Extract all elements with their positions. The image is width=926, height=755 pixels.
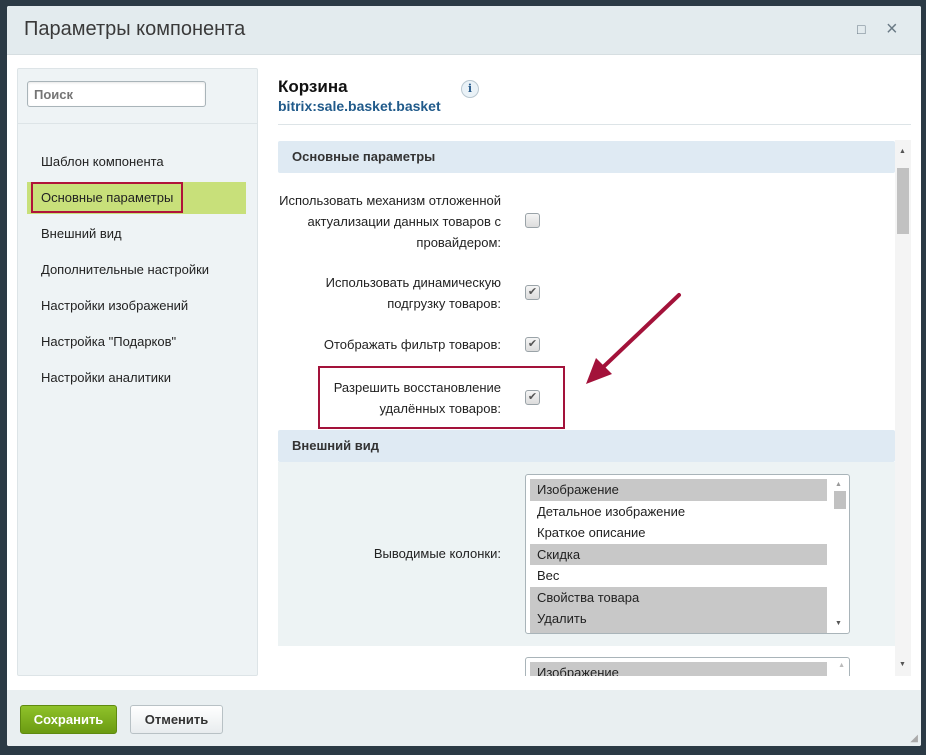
columns-listbox[interactable]: Изображение Детальное изображение Кратко… bbox=[525, 474, 850, 634]
scroll-thumb[interactable] bbox=[834, 491, 846, 509]
listbox-option[interactable]: Изображение bbox=[530, 479, 827, 501]
dialog-title: Параметры компонента bbox=[24, 18, 246, 40]
param-label: Использовать динамическую подгрузку това… bbox=[325, 275, 501, 311]
divider bbox=[18, 123, 257, 124]
sidebar-item-gifts[interactable]: Настройка "Подарков" bbox=[27, 326, 246, 358]
highlight-box bbox=[318, 366, 565, 429]
sidebar-item-images[interactable]: Настройки изображений bbox=[27, 290, 246, 322]
divider bbox=[278, 124, 911, 125]
param-checkbox-deferred-update[interactable] bbox=[525, 213, 540, 228]
param-label: Отображать фильтр товаров: bbox=[323, 337, 501, 352]
annotation-arrow-icon bbox=[586, 293, 681, 384]
sidebar-item-label: Шаблон компонента bbox=[41, 154, 164, 169]
param-checkbox-show-filter[interactable]: ✔ bbox=[525, 337, 540, 352]
listbox-option[interactable]: Вес bbox=[530, 565, 827, 587]
sidebar-item-label: Настройка "Подарков" bbox=[41, 334, 177, 349]
sidebar-item-additional[interactable]: Дополнительные настройки bbox=[27, 254, 246, 286]
info-icon[interactable]: i bbox=[461, 80, 479, 98]
sidebar-item-label: Настройки аналитики bbox=[41, 370, 172, 385]
scroll-down-icon[interactable]: ▼ bbox=[835, 620, 842, 627]
dialog-titlebar[interactable]: Параметры компонента □ × bbox=[7, 6, 921, 55]
sidebar-item-main-params[interactable]: Основные параметры bbox=[27, 182, 246, 214]
sidebar-item-label: Основные параметры bbox=[31, 182, 184, 213]
listbox-option[interactable]: Изображение bbox=[530, 662, 827, 676]
dialog-footer: Сохранить Отменить ◢ bbox=[7, 690, 921, 746]
scroll-up-icon[interactable]: ▲ bbox=[838, 662, 845, 669]
close-icon[interactable]: × bbox=[886, 18, 898, 41]
param-checkbox-dynamic-load[interactable]: ✔ bbox=[525, 285, 540, 300]
component-name: Корзина bbox=[278, 77, 348, 96]
sidebar-item-label: Внешний вид bbox=[41, 226, 122, 241]
sidebar-item-template[interactable]: Шаблон компонента bbox=[27, 146, 246, 178]
section-header-main: Основные параметры bbox=[278, 141, 895, 173]
listbox-option[interactable]: Свойства товара bbox=[530, 586, 827, 608]
columns-param-row: Выводимые колонки: Изображение Детальное… bbox=[278, 462, 895, 646]
listbox-option[interactable]: Скидка bbox=[530, 543, 827, 565]
section-header-appearance: Внешний вид bbox=[278, 430, 895, 462]
listbox-option[interactable] bbox=[530, 629, 827, 633]
param-label: Использовать механизм отложенной актуали… bbox=[279, 193, 501, 250]
cancel-button[interactable]: Отменить bbox=[130, 705, 223, 734]
listbox-scrollbar[interactable]: ▲ ▼ bbox=[833, 477, 847, 631]
sidebar-item-label: Настройки изображений bbox=[41, 298, 189, 313]
scroll-down-icon[interactable]: ▼ bbox=[899, 661, 906, 668]
listbox-option[interactable]: Краткое описание bbox=[530, 522, 827, 544]
scroll-thumb[interactable] bbox=[897, 168, 909, 234]
component-code-link[interactable]: bitrix:sale.basket.basket bbox=[278, 98, 441, 114]
content-scrollbar[interactable]: ▲ ▼ bbox=[895, 140, 911, 676]
second-listbox[interactable]: Изображение ▲ bbox=[525, 657, 850, 676]
sidebar-item-label: Дополнительные настройки bbox=[41, 262, 210, 277]
params-scroll-area: Основные параметры Использовать механизм… bbox=[278, 140, 911, 676]
param-label: Выводимые колонки: bbox=[373, 546, 501, 561]
scroll-up-icon[interactable]: ▲ bbox=[835, 481, 842, 488]
resize-handle-icon[interactable]: ◢ bbox=[910, 733, 918, 744]
sidebar-item-appearance[interactable]: Внешний вид bbox=[27, 218, 246, 250]
listbox-option[interactable]: Удалить bbox=[530, 608, 827, 630]
sidebar-item-analytics[interactable]: Настройки аналитики bbox=[27, 362, 246, 394]
scroll-up-icon[interactable]: ▲ bbox=[899, 148, 906, 155]
component-params-dialog: Параметры компонента □ × Шаблон компонен… bbox=[7, 6, 921, 746]
listbox-option[interactable]: Детальное изображение bbox=[530, 501, 827, 523]
maximize-icon[interactable]: □ bbox=[857, 21, 865, 37]
save-button[interactable]: Сохранить bbox=[20, 705, 117, 734]
sidebar: Шаблон компонента Основные параметры Вне… bbox=[17, 68, 258, 676]
search-input[interactable] bbox=[27, 81, 206, 107]
